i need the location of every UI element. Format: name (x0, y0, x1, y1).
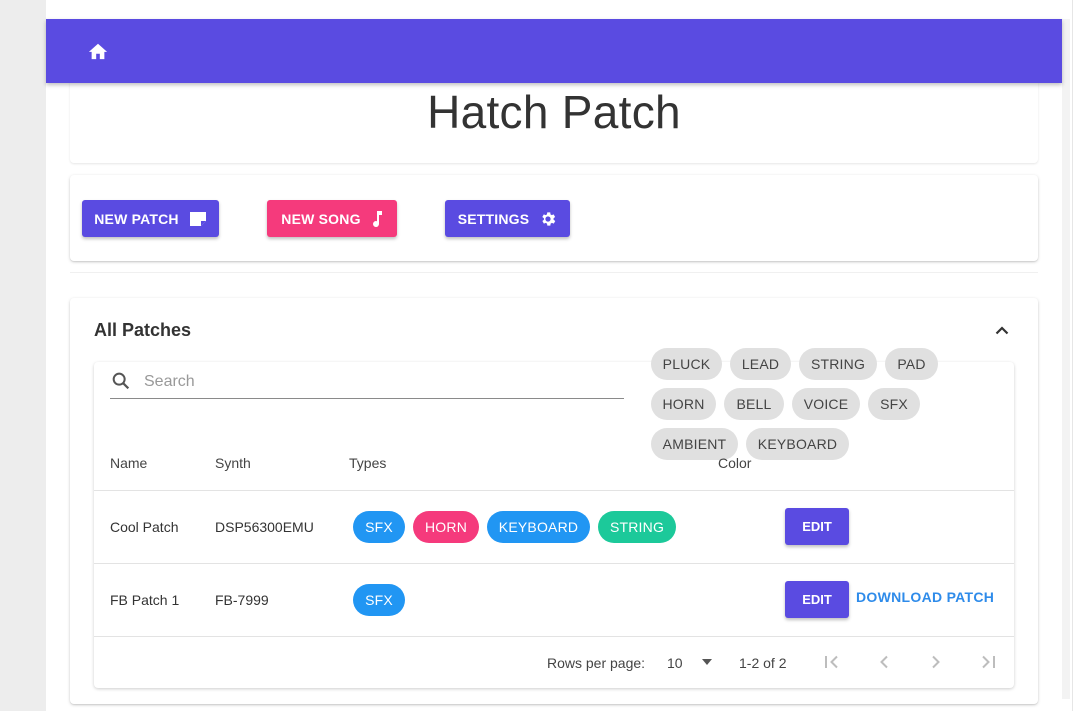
type-chip-string: STRING (598, 511, 676, 543)
note-icon (189, 211, 206, 226)
new-patch-button[interactable]: NEW PATCH (82, 200, 219, 237)
download-patch-button[interactable]: DOWNLOAD PATCH (856, 589, 994, 605)
collapse-button[interactable] (990, 320, 1014, 340)
filter-chip-pad[interactable]: PAD (885, 348, 938, 380)
column-header-synth[interactable]: Synth (215, 455, 251, 471)
settings-label: SETTINGS (457, 210, 530, 227)
filter-chip-string[interactable]: STRING (799, 348, 877, 380)
section-title: All Patches (94, 320, 192, 340)
top-strip (46, 0, 1062, 19)
row-divider (94, 563, 1014, 564)
new-patch-label: NEW PATCH (94, 210, 179, 227)
new-song-button[interactable]: NEW SONG (267, 200, 397, 237)
page-range: 1-2 of 2 (739, 655, 787, 671)
filter-chip-horn[interactable]: HORN (651, 388, 716, 420)
row-divider (94, 490, 1014, 491)
first-page-button[interactable] (820, 650, 844, 674)
filter-chip-pluck[interactable]: PLUCK (651, 348, 722, 380)
music-note-icon (372, 210, 382, 227)
patch-name: FB Patch 1 (110, 592, 180, 608)
rows-per-page-select[interactable]: 10 (667, 655, 683, 671)
type-chip-sfx: SFX (353, 511, 405, 543)
type-chip-sfx: SFX (353, 584, 405, 616)
next-page-button[interactable] (924, 650, 948, 674)
rows-per-page-label: Rows per page: (547, 655, 646, 671)
filter-chip-voice[interactable]: VOICE (792, 388, 860, 420)
column-header-name[interactable]: Name (110, 455, 147, 471)
filter-chip-bell[interactable]: BELL (724, 388, 784, 420)
filter-chip-lead[interactable]: LEAD (730, 348, 791, 380)
chevron-right-icon (932, 655, 940, 669)
patch-synth: FB-7999 (215, 592, 269, 608)
last-page-button[interactable] (976, 650, 1000, 674)
prev-page-button[interactable] (872, 650, 896, 674)
settings-button[interactable]: SETTINGS (445, 200, 570, 237)
page-title: Hatch Patch (427, 86, 681, 138)
filter-chip-sfx[interactable]: SFX (868, 388, 920, 420)
column-header-color[interactable]: Color (718, 455, 751, 471)
edit-button[interactable]: EDIT (785, 508, 849, 545)
caret-down-icon[interactable] (702, 659, 712, 665)
row-divider (94, 636, 1014, 637)
new-song-label: NEW SONG (281, 210, 361, 227)
search-input[interactable] (142, 369, 616, 395)
home-button[interactable] (82, 37, 114, 65)
gear-icon (542, 211, 556, 226)
chevron-left-icon (880, 655, 888, 669)
last-page-icon (982, 655, 995, 669)
search-field[interactable] (110, 366, 624, 399)
first-page-icon (825, 655, 838, 669)
type-chip-keyboard: KEYBOARD (487, 511, 590, 543)
filter-chip-keyboard[interactable]: KEYBOARD (746, 428, 849, 460)
home-icon (88, 43, 108, 60)
app-bar (46, 19, 1062, 83)
divider (70, 272, 1038, 273)
patch-name: Cool Patch (110, 519, 179, 535)
edit-button[interactable]: EDIT (785, 581, 849, 618)
column-header-types[interactable]: Types (349, 455, 386, 471)
type-chip-horn: HORN (413, 511, 479, 543)
search-icon (112, 372, 130, 390)
chevron-up-icon (995, 326, 1009, 335)
patch-synth: DSP56300EMU (215, 519, 314, 535)
